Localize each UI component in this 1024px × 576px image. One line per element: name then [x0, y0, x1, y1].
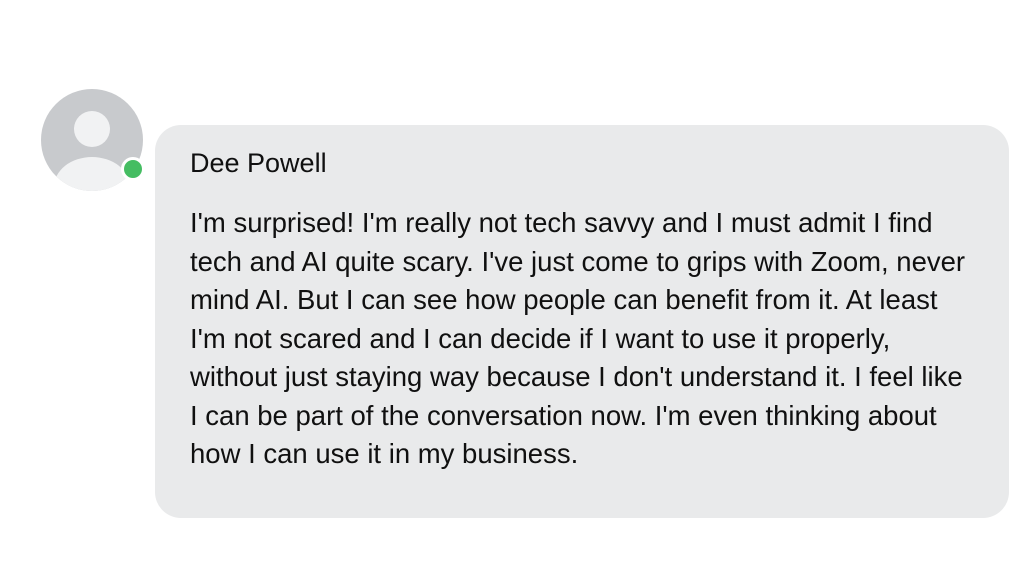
comment-text: I'm surprised! I'm really not tech savvy…: [190, 207, 966, 469]
comment-author-name[interactable]: Dee Powell: [190, 145, 975, 181]
online-status-icon: [121, 157, 145, 181]
avatar-container[interactable]: [41, 89, 145, 191]
comment-thread: Dee Powell I'm surprised! I'm really not…: [0, 0, 1024, 576]
comment-bubble: Dee Powell I'm surprised! I'm really not…: [155, 125, 1009, 518]
